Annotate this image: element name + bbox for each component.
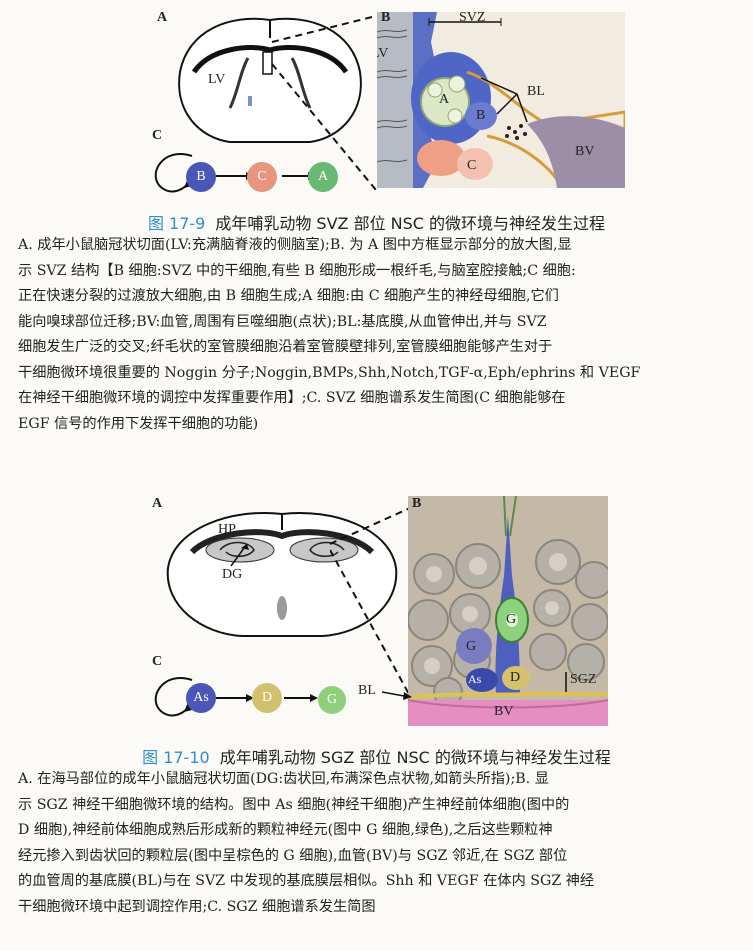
cell-b-label: B: [476, 108, 486, 123]
panel-label-b: B: [412, 496, 422, 511]
description-line: 示 SGZ 神经干细胞微环境的结构。图中 As 细胞(神经干细胞)产生神经前体细…: [18, 796, 570, 813]
lineage-cell-g: G: [318, 686, 346, 714]
svz-microenvironment-panel: B SVZ LV BL BV A B C: [377, 12, 625, 188]
svz-label: SVZ: [459, 12, 486, 25]
lineage-cell-b: B: [186, 162, 216, 192]
panel-label-c: C: [152, 654, 163, 669]
description-line: 正在快速分裂的过渡放大细胞,由 B 细胞生成;A 细胞:由 C 细胞产生的神经母…: [18, 288, 559, 304]
description-line: 干细胞微环境很重要的 Noggin 分子;Noggin,BMPs,Shh,Not…: [18, 364, 641, 381]
lineage-cell-d: D: [252, 683, 282, 713]
lv-label-micro: LV: [377, 46, 389, 61]
panel-label-a: A: [152, 496, 163, 511]
sgz-label: SGZ: [570, 672, 597, 687]
figure-17-10-description: A. 在海马部位的成年小鼠脑冠状切面(DG:齿状回,布满深色点状物,如箭头所指)…: [18, 767, 738, 920]
panel-label-b: B: [381, 12, 391, 25]
bv-label: BV: [575, 144, 595, 159]
description-line: D 细胞),神经前体细胞成熟后形成新的颗粒神经元(图中 G 细胞,绿色),之后这…: [18, 822, 553, 838]
description-line: 细胞发生广泛的交叉;纤毛状的室管膜细胞沿着室管膜壁排列,室管膜细胞能够产生对于: [18, 339, 553, 355]
description-line: 经元掺入到齿状回的颗粒层(图中呈棕色的 G 细胞),血管(BV)与 SGZ 邻近…: [18, 847, 568, 864]
description-line: 在神经干细胞微环境的调控中发挥重要作用】;C. SVZ 细胞谱系发生简图(C 细…: [18, 390, 566, 406]
bv-label: BV: [494, 704, 514, 719]
figure-title: 成年哺乳动物 SGZ 部位 NSC 的微环境与神经发生过程: [219, 748, 611, 767]
lineage-cell-as: As: [186, 683, 216, 713]
sgz-microenvironment-panel: B G G As D SGZ BV: [408, 496, 608, 726]
bl-label: BL: [358, 683, 376, 698]
description-line: A. 在海马部位的成年小鼠脑冠状切面(DG:齿状回,布满深色点状物,如箭头所指)…: [18, 771, 549, 787]
lineage-cell-a: A: [308, 162, 338, 192]
cell-c-label: C: [467, 158, 477, 173]
panel-label-c: C: [152, 128, 163, 143]
figure-number: 图 17-9: [147, 214, 206, 233]
description-line: 的血管周的基底膜(BL)与在 SVZ 中发现的基底膜层相似。Shh 和 VEGF…: [18, 873, 595, 889]
lv-label: LV: [208, 72, 226, 87]
figure-17-9-caption: 图 17-9 成年哺乳动物 SVZ 部位 NSC 的微环境与神经发生过程: [0, 210, 753, 234]
figure-number: 图 17-10: [142, 748, 210, 767]
lineage-cell-c: C: [247, 162, 277, 192]
bl-label: BL: [527, 84, 545, 99]
description-line: EGF 信号的作用下发挥干细胞的功能): [18, 415, 259, 432]
description-line: A. 成年小鼠脑冠状切面(LV:充满脑脊液的侧脑室);B. 为 A 图中方框显示…: [18, 237, 572, 253]
zoom-guide-lines: [330, 507, 411, 697]
cell-g-label: G: [466, 639, 477, 654]
cell-as-label: As: [468, 672, 482, 686]
panel-label-a: A: [157, 10, 168, 25]
cell-a-label: A: [439, 92, 450, 107]
cell-g-green-label: G: [506, 612, 517, 627]
cell-d-label: D: [510, 670, 521, 685]
bl-pointer-arrow: [382, 691, 412, 700]
hp-label: HP: [218, 522, 236, 537]
dg-pointer-arrow: [230, 543, 249, 567]
figure-title: 成年哺乳动物 SVZ 部位 NSC 的微环境与神经发生过程: [215, 214, 606, 233]
figure-17-10-caption: 图 17-10 成年哺乳动物 SGZ 部位 NSC 的微环境与神经发生过程: [0, 744, 753, 768]
description-line: 示 SVZ 结构【B 细胞:SVZ 中的干细胞,有些 B 细胞形成一根纤毛,与脑…: [18, 262, 576, 279]
description-line: 能向嗅球部位迁移;BV:血管,周围有巨噬细胞(点状);BL:基底膜,从血管伸出,…: [18, 313, 547, 330]
description-line: 干细胞微环境中起到调控作用;C. SGZ 细胞谱系发生简图: [18, 898, 376, 915]
figure-17-9-description: A. 成年小鼠脑冠状切面(LV:充满脑脊液的侧脑室);B. 为 A 图中方框显示…: [18, 233, 738, 437]
